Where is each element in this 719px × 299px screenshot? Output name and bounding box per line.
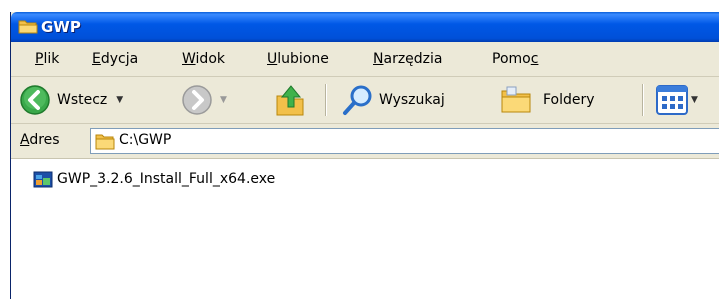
menu-bar: Plik Edycja Widok Ulubione Narzędzia Pom… [11, 42, 719, 77]
address-input[interactable]: C:\GWP [90, 128, 719, 154]
title-bar[interactable]: GWP [11, 12, 719, 42]
views-dropdown-icon[interactable]: ▼ [691, 95, 698, 105]
views-button[interactable]: ▼ [656, 85, 698, 115]
menu-widok[interactable]: Widok [182, 51, 225, 67]
menu-pomoc[interactable]: Pomoc [492, 51, 538, 67]
menu-edycja[interactable]: Edycja [92, 51, 138, 67]
file-name: GWP_3.2.6_Install_Full_x64.exe [57, 171, 276, 187]
address-bar: Adres C:\GWP [11, 124, 719, 159]
up-folder-icon [276, 85, 304, 116]
folder-icon [95, 134, 115, 150]
forward-arrow-icon [182, 85, 212, 115]
address-path: C:\GWP [119, 132, 172, 148]
file-list: GWP_3.2.6_Install_Full_x64.exe [11, 159, 719, 299]
folders-icon [501, 86, 531, 113]
forward-button[interactable]: ▼ [181, 84, 227, 116]
back-dropdown-icon[interactable]: ▼ [116, 95, 123, 105]
toolbar: Wstecz ▼ ▼ Wyszukaj Foldery ▼ [11, 77, 719, 124]
folder-icon [18, 18, 38, 38]
folders-label: Foldery [543, 92, 595, 108]
menu-plik[interactable]: Plik [35, 51, 59, 67]
forward-dropdown-icon[interactable]: ▼ [220, 95, 227, 105]
menu-ulubione[interactable]: Ulubione [267, 51, 329, 67]
search-label: Wyszukaj [379, 92, 445, 108]
address-label: Adres [20, 132, 60, 148]
window-title: GWP [41, 18, 81, 36]
list-item[interactable]: GWP_3.2.6_Install_Full_x64.exe [33, 169, 275, 189]
up-folder-button[interactable] [273, 82, 307, 118]
exe-file-icon [33, 171, 53, 188]
folders-button[interactable]: Foldery [499, 83, 595, 117]
explorer-window: GWP Plik Edycja Widok Ulubione Narzędzia… [10, 12, 719, 299]
back-button[interactable]: Wstecz ▼ [19, 84, 123, 116]
back-label: Wstecz [57, 92, 108, 108]
back-arrow-icon [20, 85, 50, 115]
search-button[interactable]: Wyszukaj [341, 83, 445, 117]
views-icon [656, 85, 688, 115]
search-magnifier-icon [343, 85, 372, 115]
menu-narzedzia[interactable]: Narzędzia [373, 51, 443, 67]
